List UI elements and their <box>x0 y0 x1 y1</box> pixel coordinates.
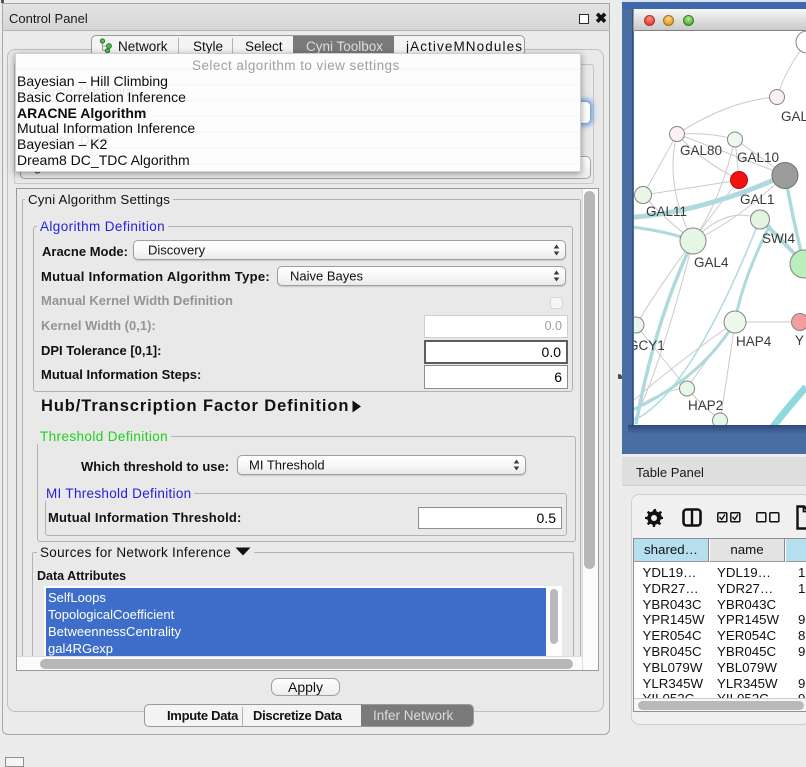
svg-text:HAP4: HAP4 <box>736 334 772 349</box>
svg-text:GAL4: GAL4 <box>694 255 729 270</box>
svg-text:Y: Y <box>795 333 804 348</box>
svg-text:GAL1: GAL1 <box>740 192 775 207</box>
svg-text:GCY1: GCY1 <box>634 338 665 353</box>
svg-text:GAL7: GAL7 <box>781 109 806 124</box>
svg-text:SWI4: SWI4 <box>762 231 795 246</box>
svg-text:GAL11: GAL11 <box>646 204 687 219</box>
svg-text:GAL80: GAL80 <box>680 143 722 158</box>
svg-text:HAP2: HAP2 <box>688 398 723 413</box>
svg-text:GAL10: GAL10 <box>737 150 779 165</box>
